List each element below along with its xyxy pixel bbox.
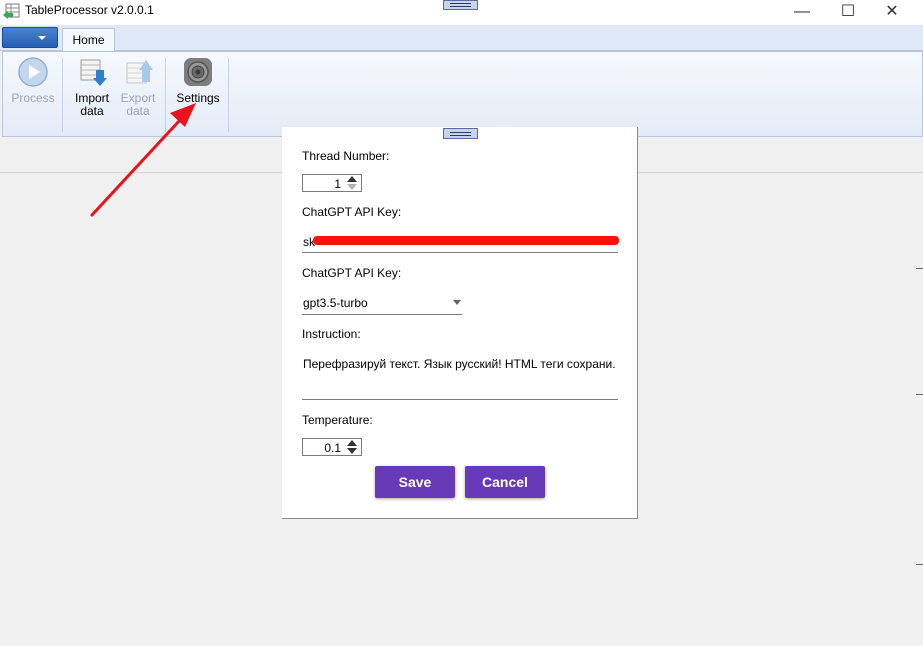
dialog-drag-handle[interactable] — [443, 128, 478, 139]
api-key-label: ChatGPT API Key: — [302, 205, 402, 219]
import-data-button[interactable]: Import data — [69, 56, 115, 118]
ribbon-panel: Process Import data Export data Settings — [2, 51, 923, 137]
settings-dialog: Thread Number: 1 ChatGPT API Key: sk- Ch… — [282, 127, 638, 519]
spin-buttons[interactable] — [344, 176, 360, 190]
save-button[interactable]: Save — [375, 466, 455, 498]
temperature-label: Temperature: — [302, 413, 373, 427]
application-menu-button[interactable] — [2, 27, 58, 48]
ribbon-separator — [165, 58, 166, 132]
cancel-button[interactable]: Cancel — [465, 466, 545, 498]
export-data-label-line2: data — [126, 104, 150, 118]
instruction-label: Instruction: — [302, 327, 361, 341]
import-data-icon — [80, 59, 107, 86]
spin-up-icon[interactable] — [347, 176, 357, 182]
thread-number-stepper[interactable]: 1 — [302, 174, 362, 192]
spin-buttons[interactable] — [344, 440, 360, 454]
scroll-tick — [916, 564, 923, 565]
maximize-button[interactable]: ☐ — [825, 0, 871, 25]
model-select[interactable]: gpt3.5-turbo — [302, 294, 462, 315]
export-data-icon — [126, 60, 153, 84]
scroll-tick — [916, 394, 923, 395]
play-icon — [18, 57, 48, 87]
close-button[interactable]: ✕ — [869, 0, 915, 25]
temperature-stepper[interactable]: 0.1 — [302, 438, 362, 456]
scroll-tick — [916, 268, 923, 269]
window-title: TableProcessor v2.0.0.1 — [25, 3, 154, 17]
process-button[interactable]: Process — [10, 56, 56, 105]
chevron-down-icon — [453, 300, 461, 305]
spin-down-icon[interactable] — [347, 448, 357, 454]
spin-down-icon[interactable] — [347, 184, 357, 190]
instruction-value: Перефразируй текст. Язык русский! HTML т… — [303, 357, 616, 371]
tab-home[interactable]: Home — [62, 28, 115, 52]
chevron-down-icon — [38, 36, 46, 40]
panel-splitter-handle[interactable] — [443, 0, 478, 10]
thread-number-value: 1 — [334, 177, 341, 191]
model-label: ChatGPT API Key: — [302, 266, 402, 280]
minimize-button[interactable]: — — [779, 0, 825, 25]
model-value: gpt3.5-turbo — [303, 296, 368, 310]
gear-icon — [184, 58, 212, 86]
instruction-input[interactable]: Перефразируй текст. Язык русский! HTML т… — [302, 350, 618, 400]
settings-button[interactable]: Settings — [170, 56, 226, 105]
ribbon-separator — [62, 58, 63, 132]
title-bar: TableProcessor v2.0.0.1 — ☐ ✕ — [0, 0, 923, 25]
settings-label: Settings — [176, 91, 220, 105]
redaction-mark — [313, 236, 619, 245]
ribbon-separator — [228, 58, 229, 132]
temperature-value: 0.1 — [324, 441, 341, 455]
ribbon-tab-bar: Home — [0, 25, 923, 52]
export-data-button[interactable]: Export data — [115, 56, 161, 118]
process-label: Process — [11, 91, 55, 105]
spin-up-icon[interactable] — [347, 440, 357, 446]
thread-number-label: Thread Number: — [302, 149, 390, 163]
import-data-label-line2: data — [80, 104, 104, 118]
app-icon — [3, 3, 20, 19]
